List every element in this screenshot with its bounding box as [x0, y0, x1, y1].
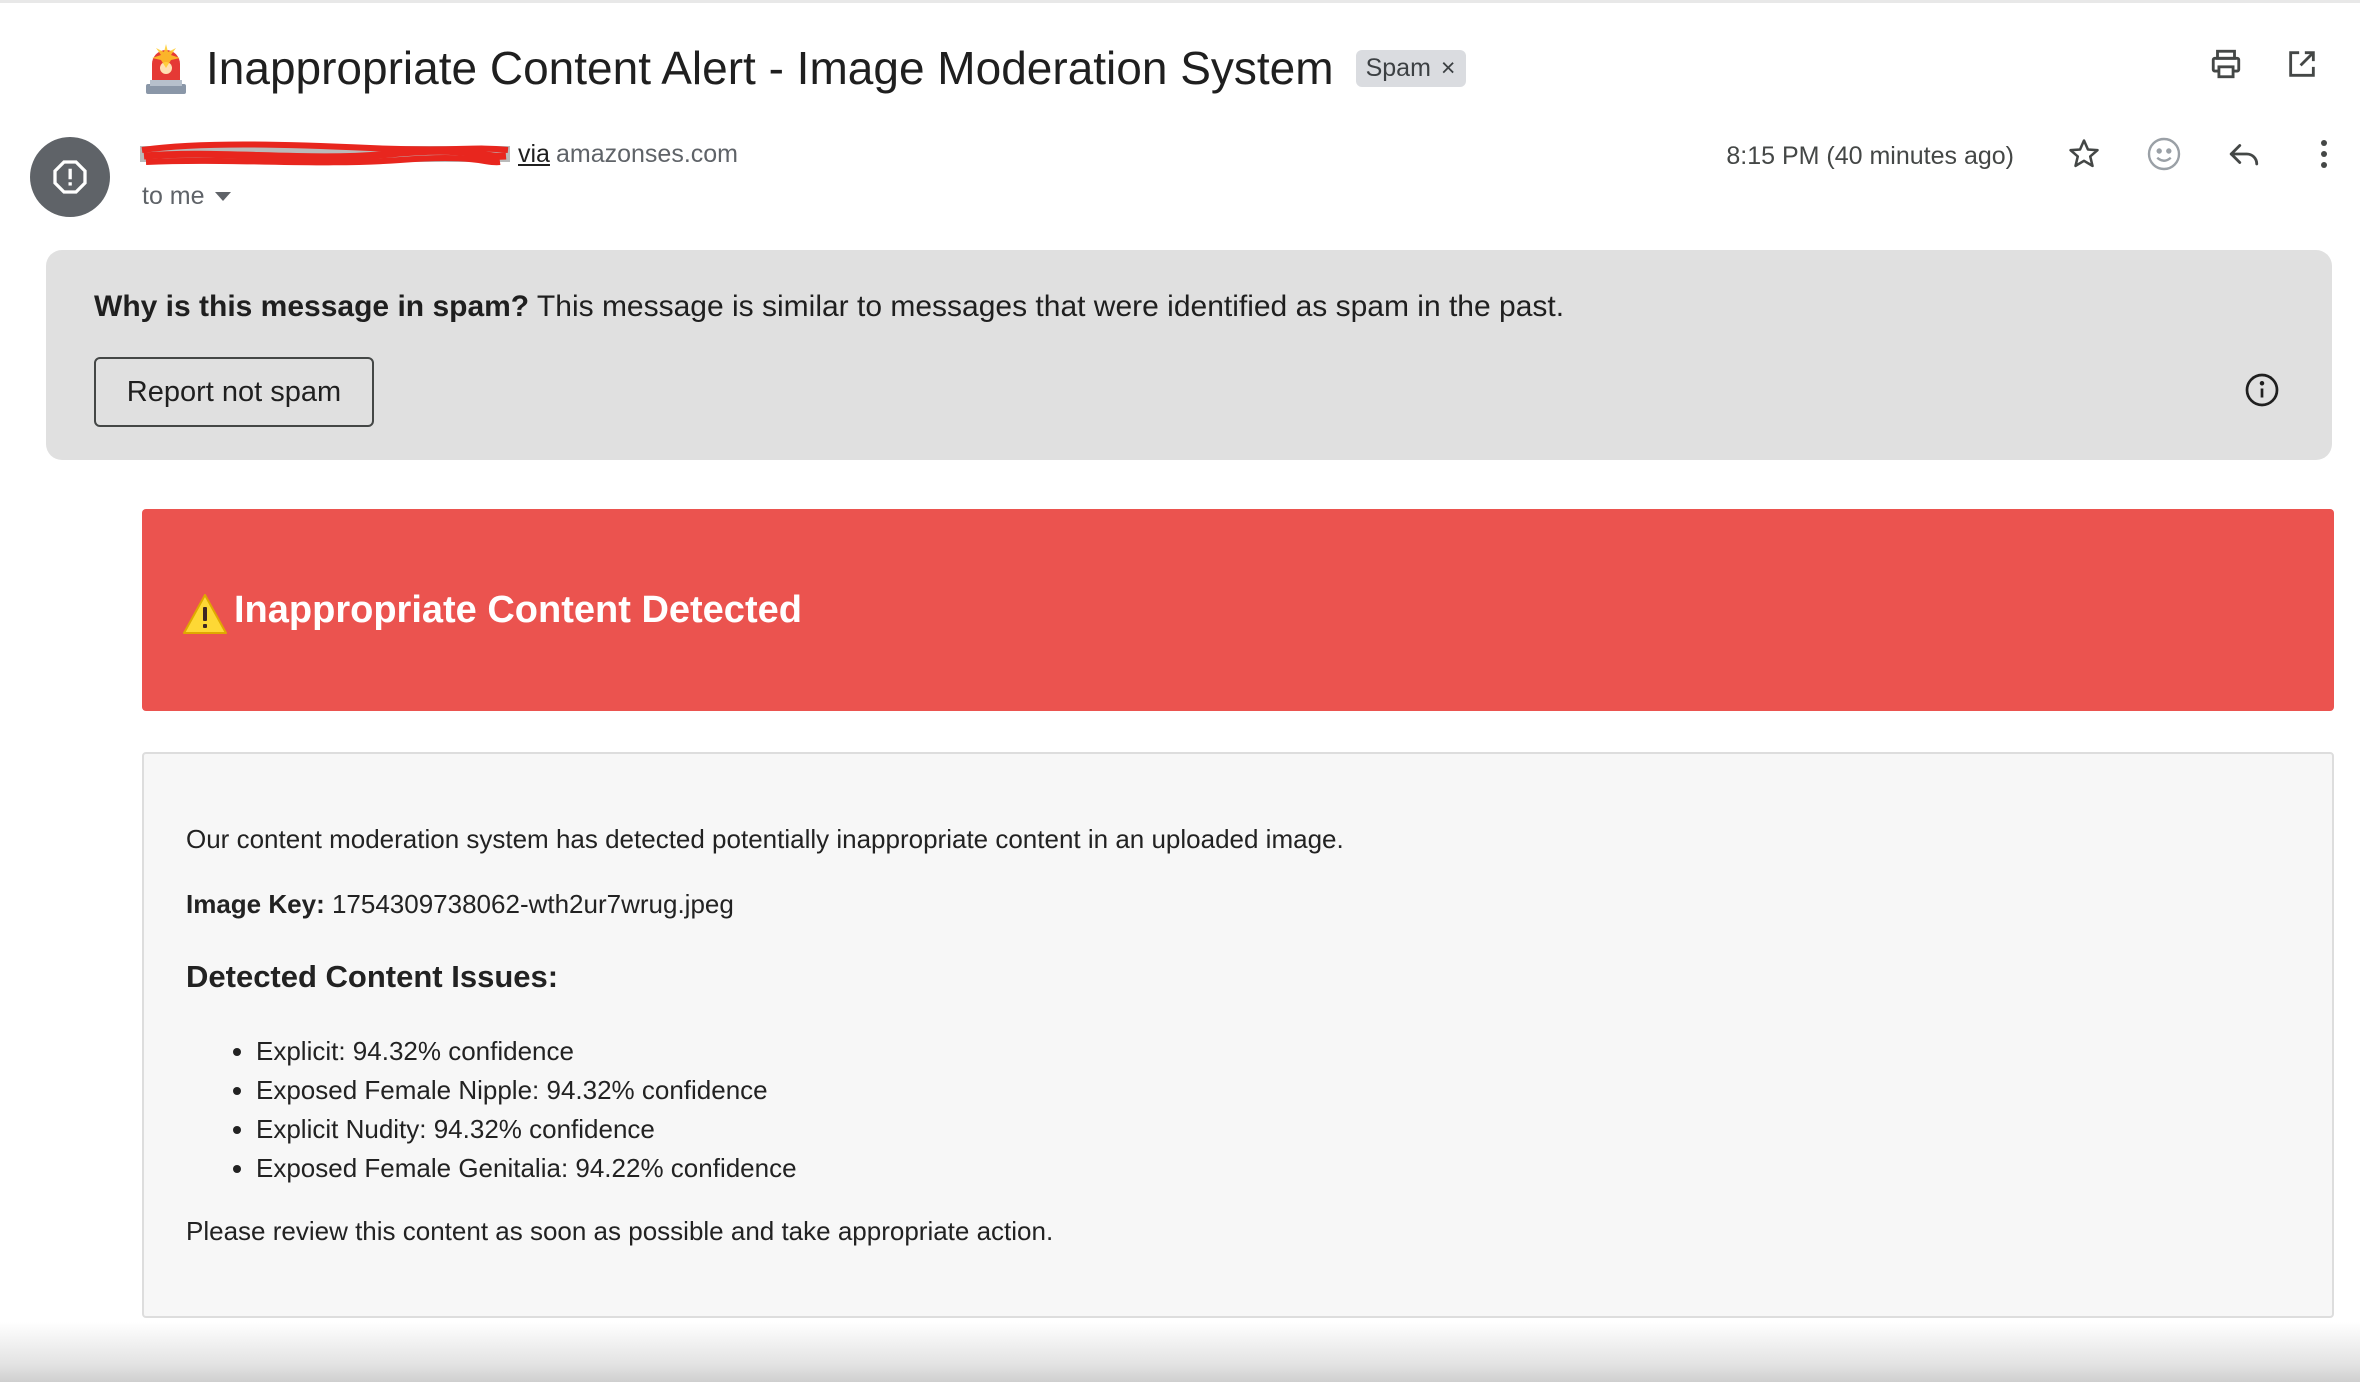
spam-reason: Why is this message in spam? This messag… [94, 290, 1564, 324]
message-content: Our content moderation system has detect… [142, 752, 2334, 1318]
message-timestamp: 8:15 PM (40 minutes ago) [1726, 142, 2014, 170]
sender-avatar[interactable] [30, 137, 110, 217]
issues-list: Explicit: 94.32% confidence Exposed Fema… [186, 1032, 797, 1188]
top-border [0, 0, 2360, 3]
spam-label-text: Spam [1365, 53, 1431, 82]
reply-icon[interactable] [2226, 136, 2262, 172]
list-item: Explicit: 94.32% confidence [256, 1032, 797, 1071]
image-key-label: Image Key: [186, 889, 325, 919]
closing-text: Please review this content as soon as po… [186, 1216, 1054, 1246]
intro-text: Our content moderation system has detect… [186, 824, 1344, 854]
remove-label-icon[interactable]: × [1441, 54, 1456, 83]
email-subject: Inappropriate Content Alert - Image Mode… [206, 42, 1334, 94]
info-icon[interactable] [2244, 372, 2280, 413]
report-not-spam-button[interactable]: Report not spam [94, 357, 374, 427]
chevron-down-icon [214, 191, 231, 201]
alert-title: Inappropriate Content Detected [234, 588, 802, 631]
thread-actions [2208, 46, 2320, 82]
sender-line: via amazonses.com [140, 140, 738, 169]
spam-label-chip[interactable]: Spam × [1355, 49, 1466, 87]
print-icon[interactable] [2208, 46, 2244, 82]
alert-banner: Inappropriate Content Detected [142, 509, 2334, 711]
list-item: Explicit Nudity: 94.32% confidence [256, 1110, 797, 1149]
subject-row: Inappropriate Content Alert - Image Mode… [140, 34, 1466, 102]
spam-notice: Why is this message in spam? This messag… [46, 250, 2332, 460]
spam-reason-question: Why is this message in spam? [94, 290, 530, 323]
warning-icon [183, 594, 227, 634]
spam-warning-icon [53, 160, 87, 194]
emoji-reaction-icon[interactable] [2146, 136, 2182, 172]
more-vert-icon[interactable] [2306, 136, 2342, 172]
list-item: Exposed Female Genitalia: 94.22% confide… [256, 1149, 797, 1188]
via-link[interactable]: via [518, 140, 550, 168]
message-actions [2066, 136, 2342, 172]
recipient-details-toggle[interactable]: to me [142, 182, 231, 211]
image-key-value: 1754309738062-wth2ur7wrug.jpeg [324, 889, 734, 919]
recipient-label: to me [142, 182, 205, 210]
issues-heading: Detected Content Issues: [186, 959, 559, 994]
redacted-sender-name[interactable] [140, 141, 510, 168]
spam-reason-explanation: This message is similar to messages that… [529, 290, 1565, 323]
star-icon[interactable] [2066, 136, 2102, 172]
siren-icon [146, 44, 186, 94]
list-item: Exposed Female Nipple: 94.32% confidence [256, 1071, 797, 1110]
image-key-line: Image Key: 1754309738062-wth2ur7wrug.jpe… [186, 889, 734, 920]
open-in-new-window-icon[interactable] [2284, 46, 2320, 82]
sender-domain: amazonses.com [555, 140, 738, 168]
bottom-shadow [0, 1322, 2360, 1382]
